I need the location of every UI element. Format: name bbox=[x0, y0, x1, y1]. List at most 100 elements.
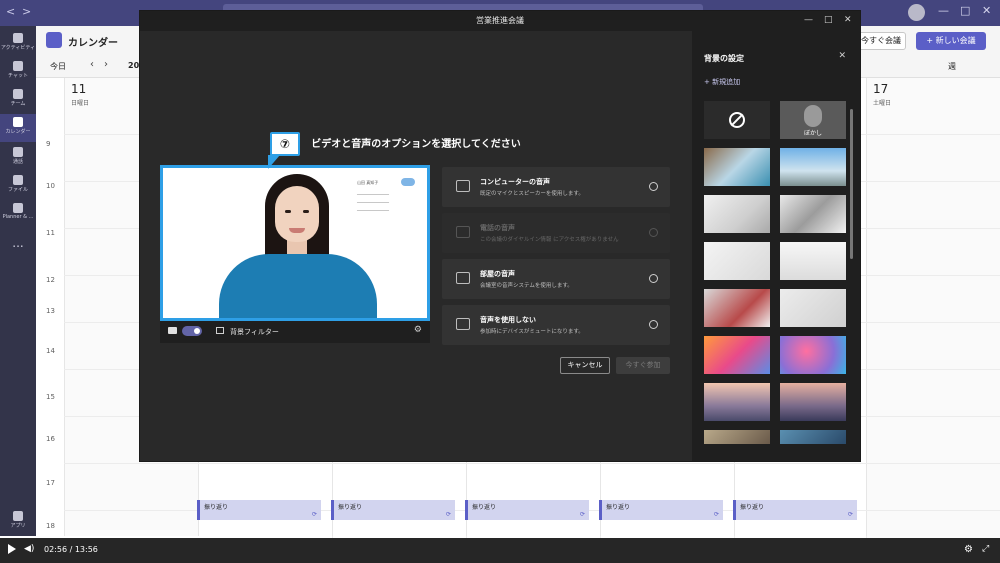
background-thumbnail[interactable] bbox=[780, 289, 846, 327]
option-radio bbox=[649, 228, 658, 237]
avatar[interactable] bbox=[908, 4, 925, 21]
calendar-event[interactable]: 振り返り ⟳ bbox=[465, 500, 589, 520]
settings-icon[interactable]: ⚙ bbox=[964, 544, 973, 555]
rail-item-chat[interactable]: チャット bbox=[0, 58, 36, 86]
rail-item-label: Planner & ... bbox=[2, 214, 34, 220]
rail-item-apps[interactable]: アプリ bbox=[0, 508, 36, 536]
event-title: 振り返り bbox=[204, 504, 229, 511]
audio-option-computer[interactable]: コンピューターの音声 既定のマイクとスピーカーを使用します。 bbox=[442, 167, 670, 207]
card-text: ________________ bbox=[357, 206, 389, 211]
back-icon[interactable]: < bbox=[6, 5, 15, 18]
background-none[interactable] bbox=[704, 101, 770, 139]
day-number: 11 bbox=[71, 82, 87, 96]
close-icon[interactable]: ✕ bbox=[844, 15, 852, 25]
person-eye bbox=[285, 210, 291, 213]
background-thumbnail[interactable] bbox=[704, 430, 770, 444]
volume-icon[interactable]: ◀) bbox=[24, 544, 34, 554]
no-background-icon bbox=[729, 112, 745, 128]
option-title: 音声を使用しない bbox=[480, 316, 536, 324]
repeat-icon: ⟳ bbox=[311, 511, 317, 518]
background-filter-button[interactable]: 背景フィルター bbox=[230, 327, 279, 337]
device-settings-icon[interactable]: ⚙ bbox=[414, 325, 422, 335]
option-desc: 会議室の音声システムを使用します。 bbox=[480, 283, 573, 289]
playback-time: 02:56 / 13:56 bbox=[44, 545, 98, 554]
close-icon[interactable]: ✕ bbox=[982, 4, 991, 17]
new-meeting-button[interactable]: + 新しい会議 bbox=[916, 32, 986, 50]
cancel-button[interactable]: キャンセル bbox=[560, 357, 610, 374]
event-title: 振り返り bbox=[338, 504, 363, 511]
background-thumbnail[interactable] bbox=[704, 383, 770, 421]
camera-icon bbox=[168, 327, 177, 334]
rail-item-calendar[interactable]: カレンダー bbox=[0, 114, 36, 142]
rail-item-label: 通話 bbox=[12, 159, 23, 165]
hour-label: 16 bbox=[46, 435, 55, 443]
hour-label: 10 bbox=[46, 182, 55, 190]
forward-icon[interactable]: > bbox=[22, 5, 31, 18]
calendar-event[interactable]: 振り返り ⟳ bbox=[197, 500, 321, 520]
view-selector[interactable]: 週 bbox=[948, 61, 956, 72]
rail-item-activity[interactable]: アクティビティ bbox=[0, 30, 36, 58]
option-radio[interactable] bbox=[649, 274, 658, 283]
join-now-button[interactable]: 今すぐ参加 bbox=[616, 357, 670, 374]
prejoin-panel: ビデオと音声のオプションを選択してください 山田 真知子 ___________… bbox=[140, 31, 692, 461]
background-thumbnail[interactable] bbox=[704, 242, 770, 280]
background-thumbnail[interactable] bbox=[704, 148, 770, 186]
background-thumbnail[interactable] bbox=[780, 242, 846, 280]
event-title: 振り返り bbox=[740, 504, 765, 511]
audio-option-phone: 電話の音声 この会議のダイヤルイン情報 にアクセス権がありません bbox=[442, 213, 670, 253]
background-thumbnail[interactable] bbox=[704, 195, 770, 233]
calendar-icon bbox=[13, 117, 23, 127]
callout-tail bbox=[268, 155, 280, 169]
prejoin-heading: ビデオと音声のオプションを選択してください bbox=[311, 139, 521, 150]
calendar-event[interactable]: 振り返り ⟳ bbox=[331, 500, 455, 520]
background-thumbnail[interactable] bbox=[780, 336, 846, 374]
file-icon bbox=[13, 175, 23, 185]
minimize-icon[interactable]: — bbox=[938, 4, 949, 17]
close-icon[interactable]: ✕ bbox=[838, 51, 846, 61]
room-audio-icon bbox=[456, 272, 470, 284]
option-radio[interactable] bbox=[649, 182, 658, 191]
background-blur[interactable]: ぼかし bbox=[780, 101, 846, 139]
person-eye bbox=[303, 210, 309, 213]
calendar-event[interactable]: 振り返り ⟳ bbox=[599, 500, 723, 520]
background-thumbnail[interactable] bbox=[780, 430, 846, 444]
hour-label: 12 bbox=[46, 276, 55, 284]
hour-label: 17 bbox=[46, 479, 55, 487]
background-settings-panel: 背景の設定 ✕ + 新規追加 ぼかし bbox=[692, 31, 860, 461]
rail-item-planner[interactable]: Planner & ... bbox=[0, 200, 36, 228]
more-apps-icon[interactable]: ... bbox=[0, 236, 36, 250]
rail-item-label: アクティビティ bbox=[0, 45, 36, 51]
today-button[interactable]: 今日 bbox=[50, 61, 66, 72]
meet-now-button[interactable]: 今すぐ会議 bbox=[856, 32, 906, 50]
hour-label: 15 bbox=[46, 393, 55, 401]
hour-label: 9 bbox=[46, 140, 51, 148]
maximize-icon[interactable]: □ bbox=[960, 4, 970, 17]
rail-item-label: アプリ bbox=[10, 523, 26, 529]
calendar-event[interactable]: 振り返り ⟳ bbox=[733, 500, 857, 520]
background-thumbnail[interactable] bbox=[780, 195, 846, 233]
camera-toggle[interactable] bbox=[182, 326, 202, 336]
card-text: 山田 真知子 bbox=[357, 180, 379, 185]
prev-next-arrows[interactable]: ‹› bbox=[90, 59, 118, 70]
fullscreen-icon[interactable]: ⤢ bbox=[982, 544, 989, 554]
video-preview: 山田 真知子 ________________ ________________… bbox=[160, 165, 430, 321]
audio-option-room[interactable]: 部屋の音声 会議室の音声システムを使用します。 bbox=[442, 259, 670, 299]
option-desc: この会議のダイヤルイン情報 にアクセス権がありません bbox=[480, 237, 619, 243]
rail-item-teams[interactable]: チーム bbox=[0, 86, 36, 114]
background-thumbnail[interactable] bbox=[704, 336, 770, 374]
option-radio[interactable] bbox=[649, 320, 658, 329]
person-mouth bbox=[289, 228, 305, 233]
maximize-icon[interactable]: □ bbox=[824, 15, 833, 25]
event-title: 振り返り bbox=[606, 504, 631, 511]
rail-item-calls[interactable]: 通話 bbox=[0, 144, 36, 172]
background-thumbnail[interactable] bbox=[704, 289, 770, 327]
audio-option-none[interactable]: 音声を使用しない 参加時にデバイスがミュートになります。 bbox=[442, 305, 670, 345]
minimize-icon[interactable]: — bbox=[804, 15, 813, 25]
play-icon[interactable] bbox=[8, 544, 16, 554]
add-new-button[interactable]: + 新規追加 bbox=[704, 77, 740, 87]
rail-item-files[interactable]: ファイル bbox=[0, 172, 36, 200]
panel-scrollbar[interactable] bbox=[850, 109, 853, 259]
background-thumbnail[interactable] bbox=[780, 148, 846, 186]
app-root: < > — □ ✕ アクティビティ チャット チーム カレンダー 通話 ファイル… bbox=[0, 0, 1000, 563]
background-thumbnail[interactable] bbox=[780, 383, 846, 421]
